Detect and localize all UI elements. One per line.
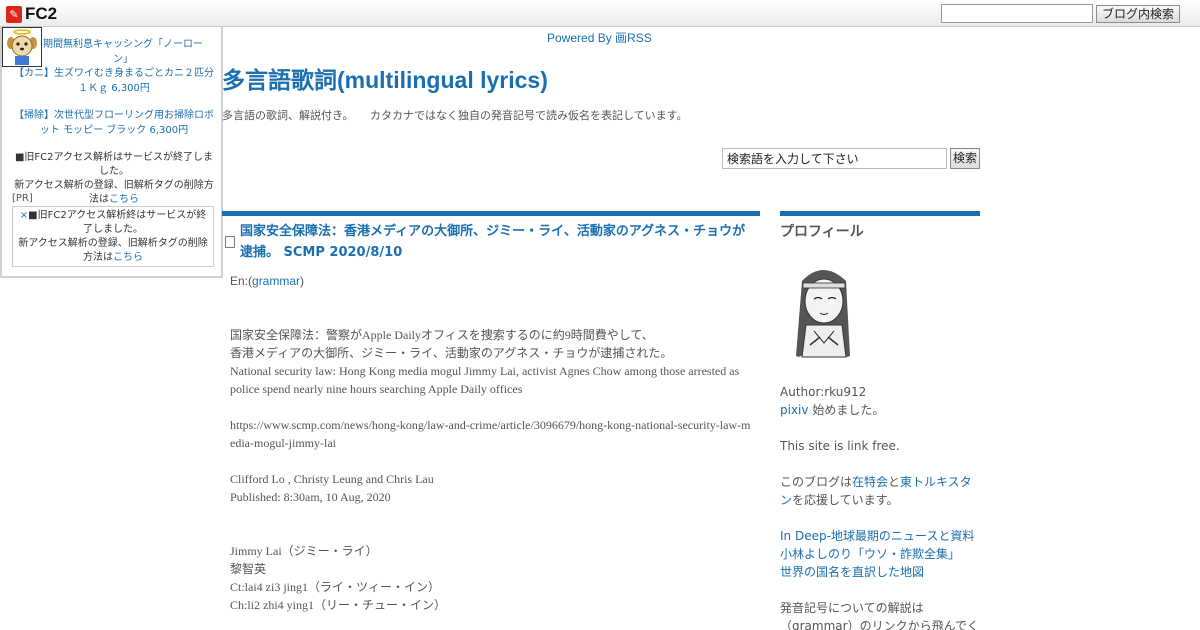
grammar-link[interactable]: grammar	[252, 274, 300, 288]
entry-header-bar	[222, 211, 760, 216]
pr-label: [PR]	[12, 193, 33, 204]
entry-authors: Clifford Lo , Christy Leung and Chris La…	[230, 472, 434, 486]
entry-name-line: 黎智英	[230, 562, 267, 576]
link-free-text: This site is link free.	[780, 439, 900, 453]
access-analysis-notice: ■旧FC2アクセス解析はサービスが終了しました。 新アクセス解析の登録、旧解析タ…	[12, 151, 216, 207]
notice-box-line-1: ■旧FC2アクセス解析終はサービスが終了しました。	[28, 210, 207, 235]
avatar	[780, 261, 866, 371]
access-analysis-notice-box: ×■旧FC2アクセス解析終はサービスが終了しました。 新アクセス解析の登録、旧解…	[12, 206, 214, 267]
blog-entry: 国家安全保障法：香港メディアの大御所、ジミー・ライ、活動家のアグネス・チョウが逮…	[222, 211, 760, 612]
fc2-logo-text: FC2	[25, 4, 58, 23]
notice-box-text: ×■旧FC2アクセス解析終はサービスが終了しました。 新アクセス解析の登録、旧解…	[15, 209, 211, 265]
blog-search-input[interactable]	[722, 148, 947, 169]
entry-text-english: National security law: Hong Kong media m…	[230, 364, 740, 396]
blog-description: 多言語の歌詞、解説付き。 カタカナではなく独自の発音記号で読み仮名を表記していま…	[222, 109, 688, 122]
fc2-logo-icon: ✎	[6, 5, 22, 23]
ad-link-robot-cleaner[interactable]: 【掃除】次世代型フローリング用お掃除ロボット モッピー ブラック 6,300円	[12, 108, 216, 138]
ad-link-crab[interactable]: 【カニ】生ズワイむき身まるごとカニ２匹分１Ｋｇ 6,300円	[12, 66, 216, 96]
pixiv-line: pixiv 始めました。	[780, 401, 980, 419]
grammar-suffix: )	[300, 274, 305, 288]
entry-text-line: 香港メディアの大御所、ジミー・ライ、活動家のアグネス・チョウが逮捕された。	[230, 346, 673, 360]
ad-link-noloan[interactable]: 期間無利息キャッシング「ノーローン」	[38, 37, 208, 67]
entry-title[interactable]: 国家安全保障法：香港メディアの大御所、ジミー・ライ、活動家のアグネス・チョウが逮…	[240, 221, 758, 263]
entry-name-line: Ch:li2 zhi4 ying1（リー・チュー・イン）	[230, 598, 447, 612]
pronunciation-note-2: （grammar）のリンクから飛んでく	[780, 619, 979, 630]
entry-name-line: Ct:lai4 zi3 jing1（ライ・ツィー・イン）	[230, 580, 440, 594]
support-suffix: を応援しています。	[792, 493, 899, 507]
support-link-zaitokukai[interactable]: 在特会	[852, 475, 888, 489]
profile-text: Author:rku912 pixiv 始めました。 This site is …	[780, 383, 980, 630]
pixiv-link[interactable]: pixiv	[780, 403, 809, 417]
fc2-search-button[interactable]: ブログ内検索	[1096, 5, 1180, 23]
notice-link[interactable]: こちら	[109, 194, 139, 205]
fc2-toolbar: ✎ FC2 ブログ内検索	[0, 0, 1200, 27]
sidebar-link-in-deep[interactable]: In Deep-地球最期のニュースと資料	[780, 529, 974, 543]
notice-text-1: ■旧FC2アクセス解析はサービスが終了しました。	[14, 152, 214, 177]
mascot-icon[interactable]	[2, 27, 42, 67]
entry-body: En:(grammar) 国家安全保障法：警察がApple Dailyオフィスを…	[230, 272, 755, 614]
grammar-prefix: En:(	[230, 274, 253, 288]
support-text: このブログは在特会と東トルキスタンを応援しています。	[780, 473, 980, 509]
powered-by-link[interactable]: Powered By 画RSS	[547, 29, 652, 46]
entry-published: Published: 8:30am, 10 Aug, 2020	[230, 490, 391, 504]
fc2-logo[interactable]: ✎ FC2	[6, 4, 57, 24]
entry-text-line: 国家安全保障法：警察がApple Dailyオフィスを捜索するのに約9時間費やし…	[230, 328, 654, 342]
pixiv-suffix: 始めました。	[808, 403, 885, 417]
support-mid: と	[888, 475, 901, 489]
document-icon	[225, 236, 235, 248]
close-icon[interactable]: ×	[20, 210, 28, 221]
blog-search-button[interactable]: 検索	[950, 148, 980, 169]
entry-grammar-line: En:(grammar)	[230, 272, 755, 290]
blog-title[interactable]: 多言語歌詞(multilingual lyrics)	[222, 61, 548, 95]
entry-source-url: https://www.scmp.com/news/hong-kong/law-…	[230, 418, 751, 450]
sidebar-header-bar	[780, 211, 980, 216]
sidebar-link-kobayashi[interactable]: 小林よしのり「ウソ・詐欺全集」	[780, 547, 960, 561]
sidebar: プロフィール Author:rku912 pixiv 始めました。 This s…	[780, 211, 980, 630]
notice-box-link[interactable]: こちら	[113, 252, 143, 263]
profile-title: プロフィール	[780, 224, 864, 240]
author-name: Author:rku912	[780, 385, 867, 399]
entry-name-line: Jimmy Lai（ジミー・ライ）	[230, 544, 378, 558]
ad-panel: 期間無利息キャッシング「ノーローン」 【カニ】生ズワイむき身まるごとカニ２匹分１…	[0, 27, 223, 278]
support-prefix: このブログは	[780, 475, 853, 489]
sidebar-link-country-map[interactable]: 世界の国名を直訳した地図	[780, 565, 924, 579]
pronunciation-note-1: 発音記号についての解説は	[780, 601, 924, 615]
fc2-search-input[interactable]	[941, 4, 1093, 23]
